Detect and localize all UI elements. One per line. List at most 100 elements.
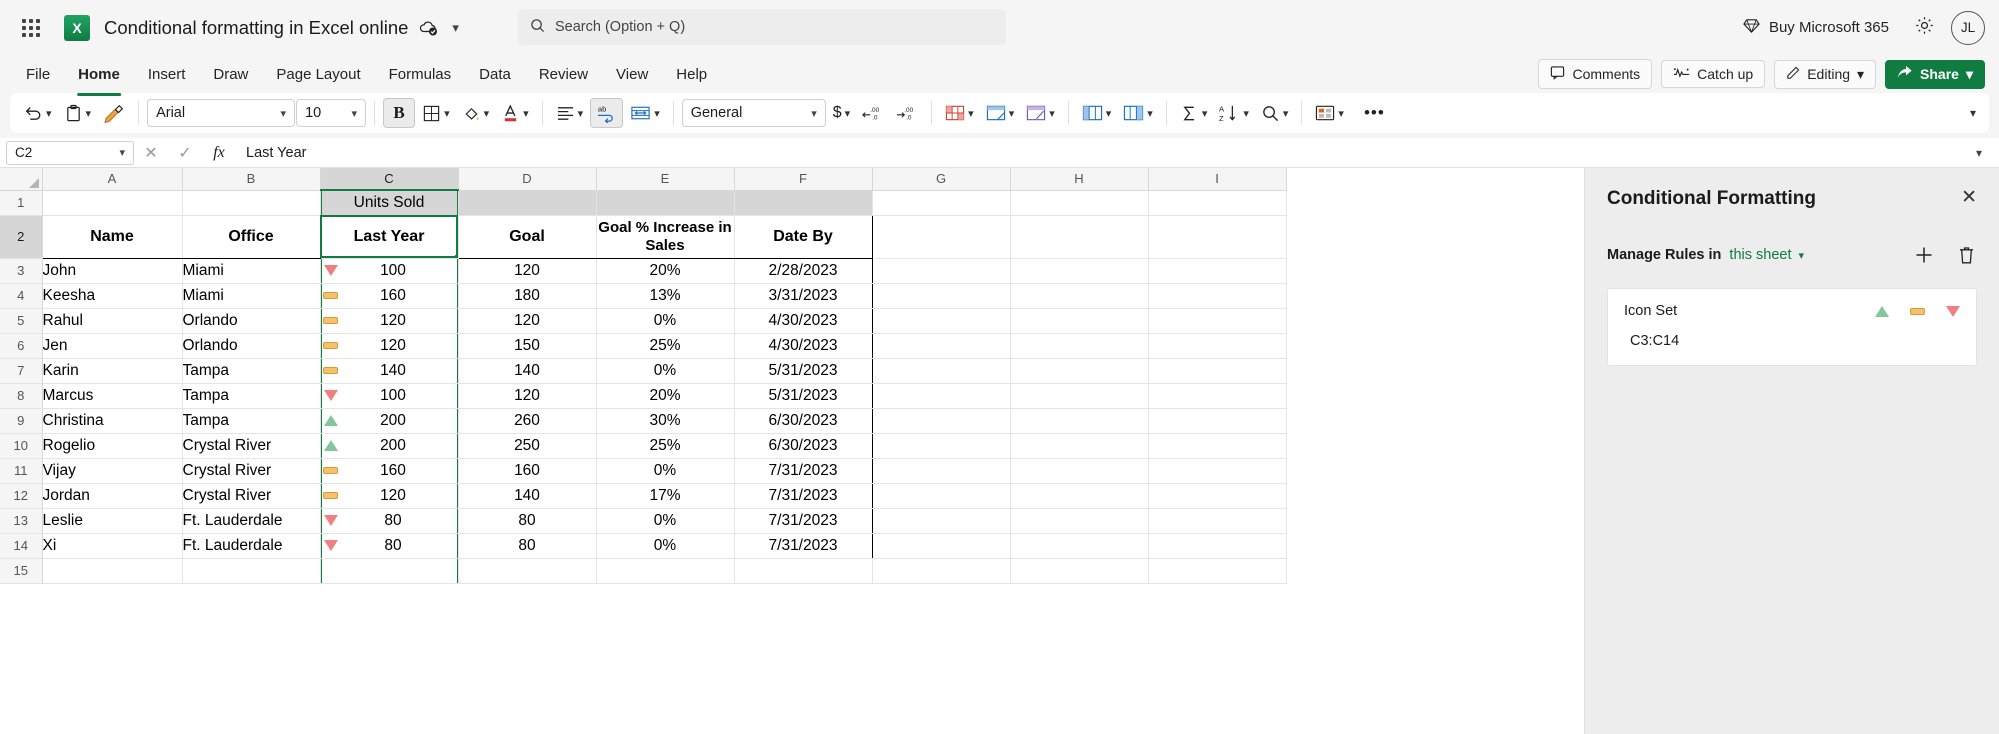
column-header-e[interactable]: E xyxy=(596,168,735,191)
row-header-1[interactable]: 1 xyxy=(0,190,43,216)
borders-chevron-down-icon[interactable]: ▾ xyxy=(444,107,450,120)
fill-color-button[interactable]: ▾ xyxy=(457,98,495,128)
cell-g2[interactable] xyxy=(872,215,1011,259)
cell-c5[interactable]: 120 xyxy=(320,308,459,334)
cell-c14[interactable]: 80 xyxy=(320,533,459,559)
font-size-combobox[interactable]: 10 ▾ xyxy=(296,99,367,127)
cell-i1[interactable] xyxy=(1148,190,1287,216)
cell-g6[interactable] xyxy=(872,333,1011,359)
document-title[interactable]: Conditional formatting in Excel online xyxy=(104,17,408,39)
cell-i7[interactable] xyxy=(1148,358,1287,384)
cell-i10[interactable] xyxy=(1148,433,1287,459)
cell-b4[interactable]: Miami xyxy=(182,283,321,309)
cell-c4[interactable]: 160 xyxy=(320,283,459,309)
cell-e1[interactable] xyxy=(596,190,735,216)
column-header-h[interactable]: H xyxy=(1010,168,1149,191)
cell-c9[interactable]: 200 xyxy=(320,408,459,434)
cell-d1[interactable] xyxy=(458,190,597,216)
cell-a11[interactable]: Vijay xyxy=(41,458,183,484)
cell-styles-button[interactable]: ▾ xyxy=(1021,98,1060,128)
cell-h15[interactable] xyxy=(1010,558,1149,584)
cell-h3[interactable] xyxy=(1010,258,1149,284)
sort-chevron-down-icon[interactable]: ▾ xyxy=(1243,107,1249,120)
cell-e13[interactable]: 0% xyxy=(596,508,735,534)
autosum-button[interactable]: ▾ xyxy=(1175,98,1213,128)
row-header-8[interactable]: 8 xyxy=(0,383,43,409)
cell-i13[interactable] xyxy=(1148,508,1287,534)
cell-h12[interactable] xyxy=(1010,483,1149,509)
merge-cells-button[interactable]: ▾ xyxy=(625,98,665,128)
delete-rule-button[interactable] xyxy=(1955,244,1977,266)
cell-f7[interactable]: 5/31/2023 xyxy=(734,358,873,384)
cf-chevron-down-icon[interactable]: ▾ xyxy=(968,107,974,120)
decrease-decimal-button[interactable]: .00.0 xyxy=(857,98,889,128)
font-name-combobox[interactable]: Arial ▾ xyxy=(147,99,296,127)
delete-chevron-down-icon[interactable]: ▾ xyxy=(1147,107,1153,120)
tab-file[interactable]: File xyxy=(14,60,62,89)
alignment-chevron-down-icon[interactable]: ▾ xyxy=(578,107,584,120)
cell-i5[interactable] xyxy=(1148,308,1287,334)
merge-chevron-down-icon[interactable]: ▾ xyxy=(654,107,660,120)
row-header-7[interactable]: 7 xyxy=(0,358,43,384)
spreadsheet-grid[interactable]: A B C D E F G H I 1 Units Sold 2 Name Of… xyxy=(0,168,1584,734)
cell-f11[interactable]: 7/31/2023 xyxy=(734,458,873,484)
cell-e15[interactable] xyxy=(596,558,735,584)
cell-g3[interactable] xyxy=(872,258,1011,284)
add-ins-button[interactable]: ▾ xyxy=(1310,98,1349,128)
tab-page-layout[interactable]: Page Layout xyxy=(264,60,372,89)
cell-c6[interactable]: 120 xyxy=(320,333,459,359)
cell-g5[interactable] xyxy=(872,308,1011,334)
cell-f10[interactable]: 6/30/2023 xyxy=(734,433,873,459)
cell-c2-last-year[interactable]: Last Year xyxy=(320,215,459,259)
cell-g11[interactable] xyxy=(872,458,1011,484)
row-header-12[interactable]: 12 xyxy=(0,483,43,509)
cell-i8[interactable] xyxy=(1148,383,1287,409)
borders-button[interactable]: ▾ xyxy=(417,98,455,128)
cell-a10[interactable]: Rogelio xyxy=(41,433,183,459)
wrap-text-button[interactable]: ab xyxy=(590,98,624,128)
cell-e14[interactable]: 0% xyxy=(596,533,735,559)
cell-f2-date-by[interactable]: Date By xyxy=(734,214,873,259)
cell-h2[interactable] xyxy=(1010,215,1149,259)
cell-f8[interactable]: 5/31/2023 xyxy=(734,383,873,409)
cell-e4[interactable]: 13% xyxy=(596,283,735,309)
confirm-entry-button[interactable]: ✓ xyxy=(168,140,202,166)
cell-g14[interactable] xyxy=(872,533,1011,559)
row-header-2[interactable]: 2 xyxy=(0,215,43,259)
cell-i6[interactable] xyxy=(1148,333,1287,359)
buy-microsoft-365-button[interactable]: Buy Microsoft 365 xyxy=(1735,11,1897,44)
cell-f1[interactable] xyxy=(734,190,873,216)
cell-c10[interactable]: 200 xyxy=(320,433,459,459)
cell-h13[interactable] xyxy=(1010,508,1149,534)
cell-d5[interactable]: 120 xyxy=(458,308,597,334)
column-header-a[interactable]: A xyxy=(42,168,183,191)
row-header-14[interactable]: 14 xyxy=(0,533,43,559)
cell-d15[interactable] xyxy=(458,558,597,584)
bold-button[interactable]: B xyxy=(383,98,416,128)
cell-e9[interactable]: 30% xyxy=(596,408,735,434)
cell-a1[interactable] xyxy=(42,190,183,216)
sort-filter-button[interactable]: AZ ▾ xyxy=(1214,98,1254,128)
cell-g9[interactable] xyxy=(872,408,1011,434)
cell-h11[interactable] xyxy=(1010,458,1149,484)
editing-mode-button[interactable]: Editing ▾ xyxy=(1774,59,1877,89)
cell-f12[interactable]: 7/31/2023 xyxy=(734,483,873,509)
cell-i4[interactable] xyxy=(1148,283,1287,309)
insert-function-button[interactable]: fx xyxy=(202,140,236,166)
paste-button[interactable]: ▾ xyxy=(59,98,97,128)
cell-g1[interactable] xyxy=(872,190,1011,216)
cell-h14[interactable] xyxy=(1010,533,1149,559)
cell-d10[interactable]: 250 xyxy=(458,433,597,459)
cell-a15[interactable] xyxy=(42,558,183,584)
column-header-d[interactable]: D xyxy=(458,168,597,191)
cell-c12[interactable]: 120 xyxy=(320,483,459,509)
tab-view[interactable]: View xyxy=(604,60,660,89)
cell-b8[interactable]: Tampa xyxy=(182,383,321,409)
row-header-11[interactable]: 11 xyxy=(0,458,43,484)
cell-a5[interactable]: Rahul xyxy=(41,308,183,334)
column-header-i[interactable]: I xyxy=(1148,168,1287,191)
cell-e6[interactable]: 25% xyxy=(596,333,735,359)
cell-c11[interactable]: 160 xyxy=(320,458,459,484)
cell-b13[interactable]: Ft. Lauderdale xyxy=(182,508,321,534)
alignment-button[interactable]: ▾ xyxy=(551,98,589,128)
